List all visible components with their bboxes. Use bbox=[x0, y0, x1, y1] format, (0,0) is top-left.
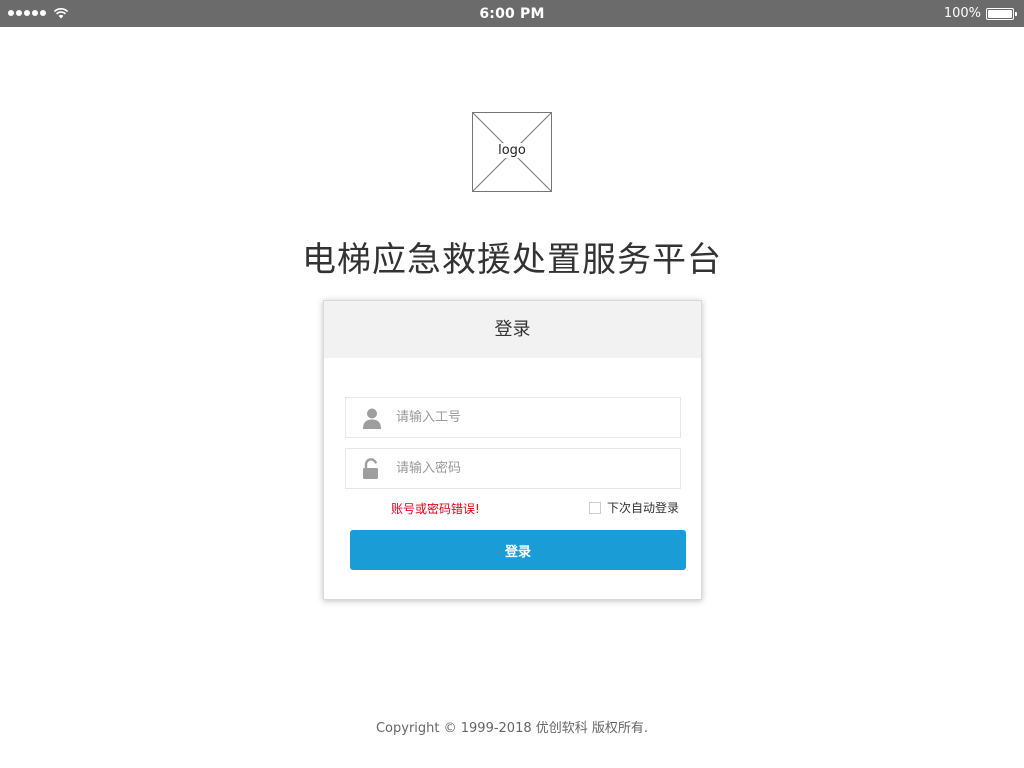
battery-percent: 100% bbox=[943, 6, 981, 21]
logo-placeholder: logo bbox=[472, 112, 552, 192]
remember-me-toggle[interactable]: 下次自动登录 bbox=[588, 499, 679, 516]
logo-label: logo bbox=[496, 143, 528, 158]
login-card: 登录 账号或密码错误! 下次自动登录 登录 bbox=[323, 300, 702, 600]
unlock-icon bbox=[363, 458, 378, 479]
signal-dots-icon bbox=[8, 10, 46, 17]
remember-me-label: 下次自动登录 bbox=[606, 501, 679, 515]
username-field[interactable] bbox=[345, 397, 681, 438]
status-time: 6:00 PM bbox=[479, 6, 545, 22]
login-button[interactable]: 登录 bbox=[350, 530, 686, 570]
status-bar: 6:00 PM 100% bbox=[0, 0, 1024, 27]
password-field[interactable] bbox=[345, 448, 681, 489]
login-error-message: 账号或密码错误! bbox=[391, 502, 480, 516]
footer-copyright: Copyright © 1999-2018 优创软科 版权所有. bbox=[375, 721, 649, 736]
battery-full-icon bbox=[986, 8, 1017, 20]
remember-me-checkbox[interactable] bbox=[588, 501, 601, 514]
wifi-icon bbox=[53, 8, 69, 19]
username-input[interactable] bbox=[396, 398, 676, 437]
login-page: 6:00 PM 100% logo 电梯应急救援处置服务平台 登录 请输入工号 … bbox=[0, 0, 1024, 768]
password-input[interactable] bbox=[396, 449, 676, 488]
app-title: 电梯应急救援处置服务平台 bbox=[302, 240, 722, 280]
user-icon bbox=[363, 408, 381, 429]
battery-level-fill bbox=[988, 10, 1012, 18]
login-card-header: 登录 bbox=[324, 301, 701, 358]
